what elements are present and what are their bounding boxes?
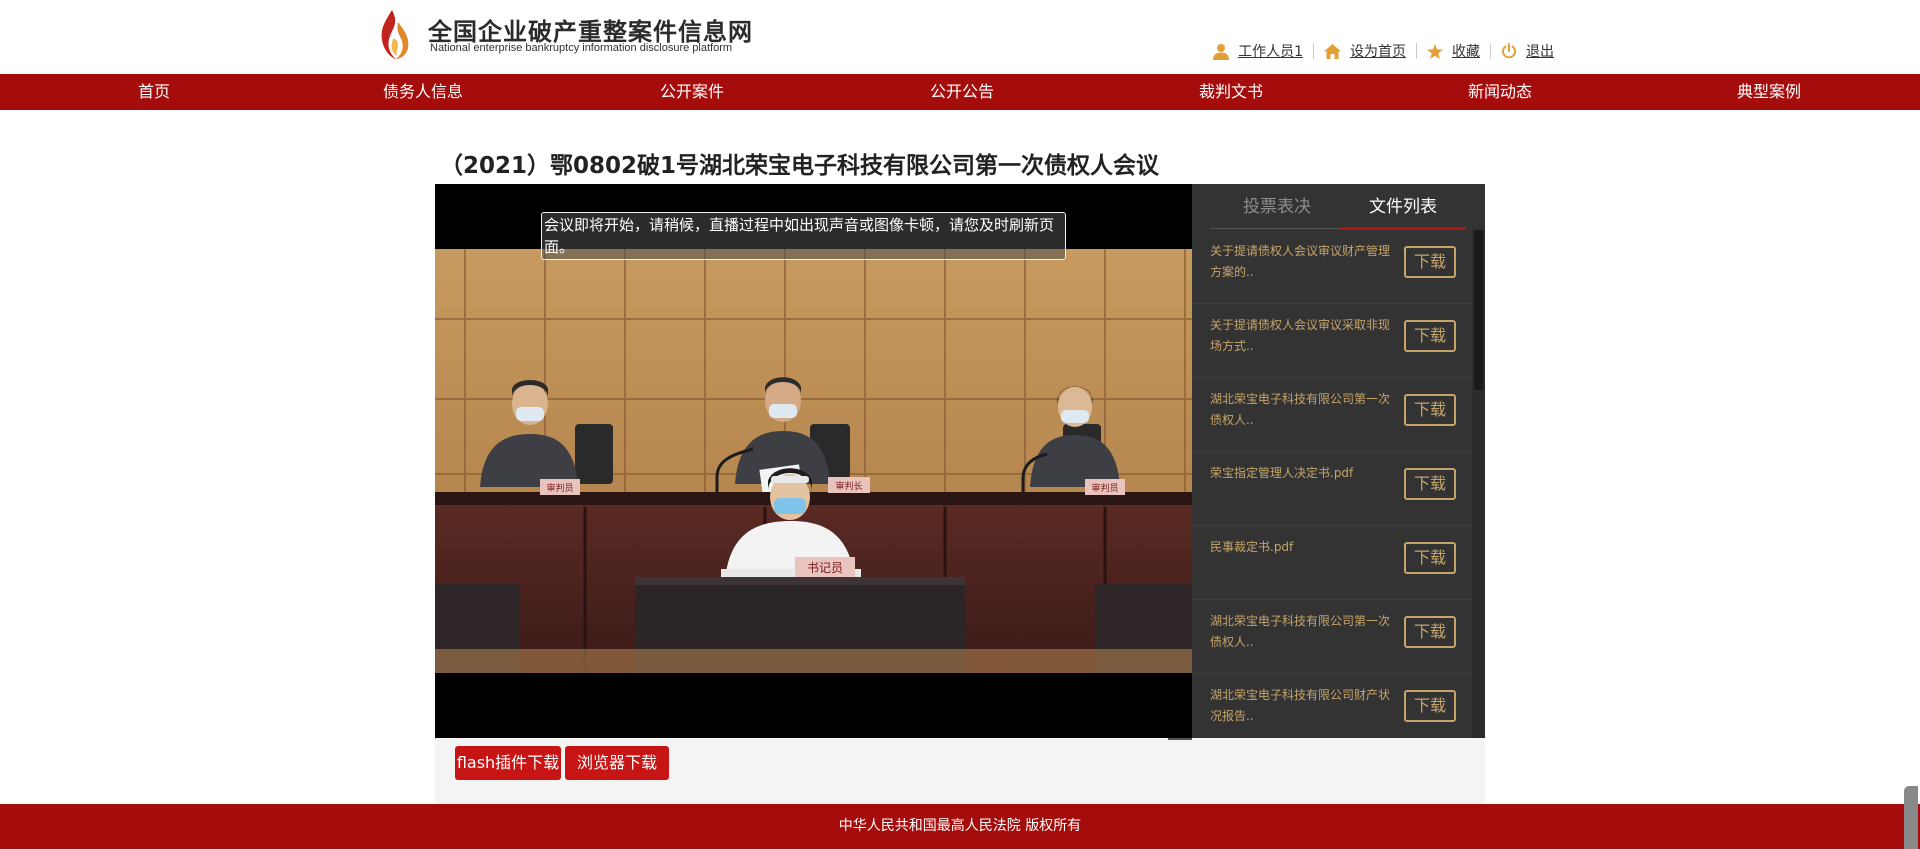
set-homepage-link[interactable]: 设为首页 bbox=[1314, 41, 1416, 61]
player-edge bbox=[1168, 738, 1192, 740]
home-icon bbox=[1324, 43, 1341, 59]
main-nav: 首页 债务人信息 公开案件 公开公告 裁判文书 新闻动态 典型案例 bbox=[0, 74, 1920, 110]
file-row: 关于提请债权人会议审议财产管理方案的.. 下载 bbox=[1192, 230, 1472, 304]
loading-notice: 会议即将开始，请稍候，直播过程中如出现声音或图像卡顿，请您及时刷新页面。 bbox=[541, 212, 1066, 260]
site-logo[interactable]: 全国企业破产重整案件信息网 National enterprise bankru… bbox=[378, 8, 752, 60]
flash-plugin-download-button[interactable]: flash插件下载 bbox=[455, 746, 561, 780]
site-name-en: National enterprise bankruptcy informati… bbox=[430, 42, 733, 54]
download-button[interactable]: 下载 bbox=[1404, 246, 1456, 278]
video-player[interactable]: 会议即将开始，请稍候，直播过程中如出现声音或图像卡顿，请您及时刷新页面。 审判员… bbox=[435, 184, 1192, 738]
file-name[interactable]: 关于提请债权人会议审议财产管理方案的.. bbox=[1210, 241, 1390, 283]
nameplate-judge-left: 审判员 bbox=[546, 482, 573, 494]
file-name[interactable]: 湖北荣宝电子科技有限公司第一次债权人.. bbox=[1210, 611, 1390, 653]
file-row: 湖北荣宝电子科技有限公司财产状况报告.. 下载 bbox=[1192, 674, 1472, 740]
download-button[interactable]: 下载 bbox=[1404, 468, 1456, 500]
user-icon bbox=[1213, 43, 1230, 60]
scrollbar-thumb[interactable] bbox=[1474, 230, 1483, 390]
nav-judgments[interactable]: 裁判文书 bbox=[1131, 74, 1331, 110]
browser-download-button[interactable]: 浏览器下载 bbox=[565, 746, 669, 780]
logout-link[interactable]: 退出 bbox=[1491, 41, 1564, 61]
file-name[interactable]: 荣宝指定管理人决定书.pdf bbox=[1210, 463, 1390, 484]
tab-file-list[interactable]: 文件列表 bbox=[1340, 184, 1466, 230]
power-icon bbox=[1502, 43, 1516, 59]
nav-public-notices[interactable]: 公开公告 bbox=[862, 74, 1062, 110]
nameplate-judge-right: 审判员 bbox=[1091, 482, 1118, 494]
nav-typical-cases[interactable]: 典型案例 bbox=[1669, 74, 1869, 110]
download-button[interactable]: 下载 bbox=[1404, 394, 1456, 426]
star-icon bbox=[1427, 43, 1443, 59]
nav-debtor-info[interactable]: 债务人信息 bbox=[323, 74, 523, 110]
download-button[interactable]: 下载 bbox=[1404, 320, 1456, 352]
file-list: 关于提请债权人会议审议财产管理方案的.. 下载 关于提请债权人会议审议采取非现场… bbox=[1192, 230, 1472, 740]
user-name: 工作人员1 bbox=[1238, 44, 1303, 60]
copyright-text: 中华人民共和国最高人民法院 版权所有 bbox=[838, 818, 1082, 834]
file-row: 关于提请债权人会议审议采取非现场方式.. 下载 bbox=[1192, 304, 1472, 378]
nav-news[interactable]: 新闻动态 bbox=[1400, 74, 1600, 110]
nameplate-clerk: 书记员 bbox=[807, 561, 843, 575]
user-toolbar: 工作人员1 设为首页 收藏 退出 bbox=[1203, 40, 1564, 62]
download-button[interactable]: 下载 bbox=[1404, 542, 1456, 574]
file-name[interactable]: 湖北荣宝电子科技有限公司第一次债权人.. bbox=[1210, 389, 1390, 431]
plugin-bar: flash插件下载 浏览器下载 bbox=[435, 738, 1485, 804]
window-edge-tab bbox=[1904, 786, 1918, 849]
set-homepage-label: 设为首页 bbox=[1350, 44, 1406, 60]
user-link[interactable]: 工作人员1 bbox=[1203, 41, 1313, 61]
file-row: 湖北荣宝电子科技有限公司第一次债权人.. 下载 bbox=[1192, 600, 1472, 674]
file-name[interactable]: 湖北荣宝电子科技有限公司财产状况报告.. bbox=[1210, 685, 1390, 727]
panel-tabs: 投票表决 文件列表 bbox=[1192, 184, 1485, 230]
file-name[interactable]: 民事裁定书.pdf bbox=[1210, 537, 1390, 558]
site-footer: 中华人民共和国最高人民法院 版权所有 bbox=[0, 804, 1920, 849]
tab-vote[interactable]: 投票表决 bbox=[1214, 184, 1340, 230]
file-row: 荣宝指定管理人决定书.pdf 下载 bbox=[1192, 452, 1472, 526]
favorite-label: 收藏 bbox=[1452, 44, 1480, 60]
meeting-side-panel: 投票表决 文件列表 关于提请债权人会议审议财产管理方案的.. 下载 关于提请债权… bbox=[1192, 184, 1485, 740]
court-scene-video-frame: 审判员 审判长 审判员 书记员 bbox=[435, 249, 1192, 673]
logout-label: 退出 bbox=[1526, 44, 1554, 60]
download-button[interactable]: 下载 bbox=[1404, 690, 1456, 722]
nav-public-cases[interactable]: 公开案件 bbox=[592, 74, 792, 110]
site-header: 全国企业破产重整案件信息网 National enterprise bankru… bbox=[0, 0, 1920, 74]
download-button[interactable]: 下载 bbox=[1404, 616, 1456, 648]
nameplate-chief-judge: 审判长 bbox=[835, 480, 862, 492]
page-title: （2021）鄂0802破1号湖北荣宝电子科技有限公司第一次债权人会议 bbox=[440, 153, 1160, 179]
file-name[interactable]: 关于提请债权人会议审议采取非现场方式.. bbox=[1210, 315, 1390, 357]
file-row: 民事裁定书.pdf 下载 bbox=[1192, 526, 1472, 600]
favorite-link[interactable]: 收藏 bbox=[1417, 41, 1490, 61]
flame-logo-icon bbox=[381, 10, 409, 59]
nav-home[interactable]: 首页 bbox=[54, 74, 254, 110]
file-row: 湖北荣宝电子科技有限公司第一次债权人.. 下载 bbox=[1192, 378, 1472, 452]
